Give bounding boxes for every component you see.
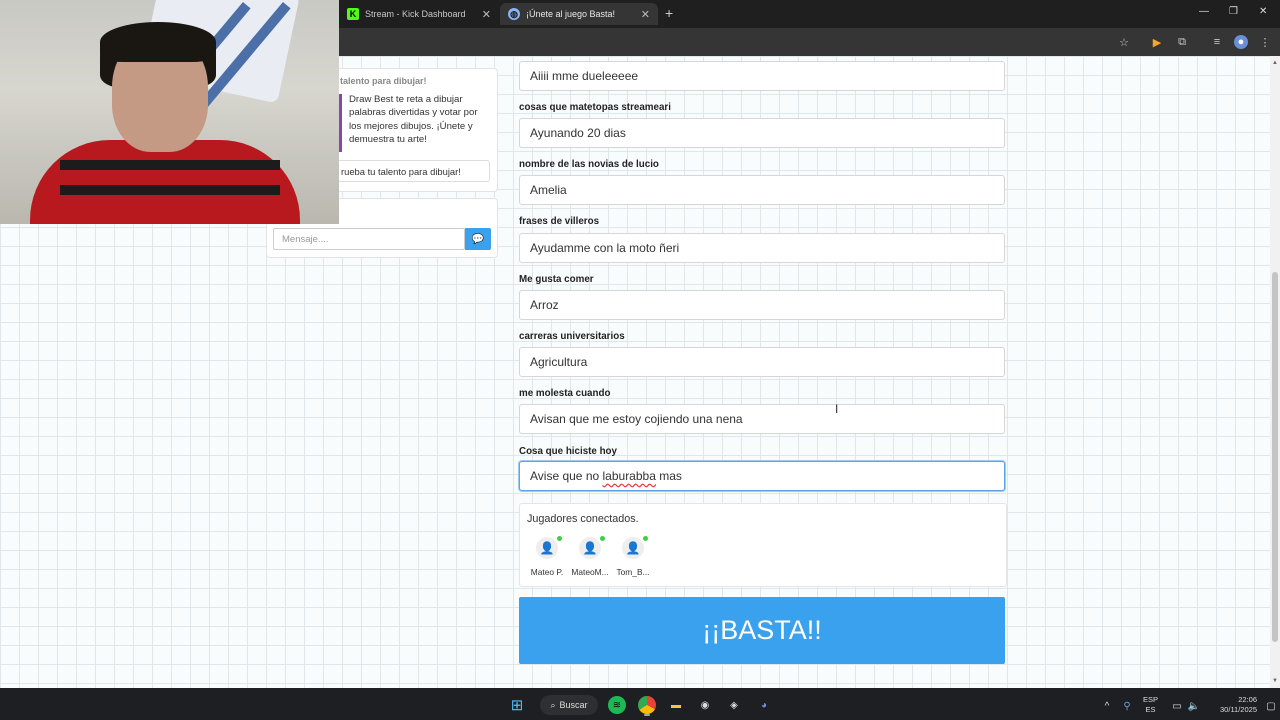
extension-play-icon[interactable]: ▶ — [1150, 35, 1164, 49]
network-icon[interactable]: ▭ — [1168, 697, 1186, 715]
globe-icon: ◍ — [508, 8, 520, 20]
tray-chevron-icon[interactable]: ^ — [1098, 697, 1116, 715]
answer-text: mas — [655, 469, 682, 483]
mic-icon[interactable]: ⚲ — [1118, 697, 1136, 715]
tab-title: ¡Únete al juego Basta! — [526, 9, 616, 19]
answer-field-5[interactable]: Arroz — [519, 290, 1005, 320]
player-name: MateoM... — [571, 567, 609, 577]
taskbar-search[interactable]: ⌕ Buscar — [540, 695, 598, 715]
player-item: 👤 Mateo P. — [525, 536, 569, 577]
menu-kebab-icon[interactable]: ⋮ — [1258, 35, 1272, 49]
draw-best-title: talento para dibujar! — [340, 76, 427, 86]
language-indicator[interactable]: ESP ES — [1143, 695, 1158, 715]
lang-top: ESP — [1143, 695, 1159, 704]
field-label: nombre de las novias de lucio — [519, 159, 659, 170]
answer-field-6[interactable]: Agricultura — [519, 347, 1005, 377]
user-icon: 👤 — [579, 536, 605, 559]
close-tab-icon[interactable]: ✕ — [482, 8, 491, 21]
tab-title: Stream - Kick Dashboard — [365, 9, 466, 19]
field-label: Me gusta comer — [519, 274, 594, 285]
clock[interactable]: 22:06 30/11/2025 — [1205, 695, 1257, 715]
online-dot — [643, 536, 648, 541]
app-icon[interactable]: ◈ — [725, 696, 743, 714]
accent-bar — [339, 94, 342, 152]
field-label: frases de villeros — [519, 216, 600, 227]
new-tab-icon[interactable]: + — [665, 5, 673, 21]
answer-text: Avise que no — [530, 469, 603, 483]
field-label: carreras universitarios — [519, 331, 625, 342]
player-name: Mateo P. — [530, 567, 564, 577]
player-name: Tom_B... — [616, 567, 650, 577]
notifications-icon[interactable]: ▢ — [1262, 697, 1280, 715]
scroll-down-icon[interactable]: ▼ — [1272, 678, 1278, 684]
kick-icon: K — [347, 8, 359, 20]
active-app-indicator — [644, 714, 650, 716]
misspelled-word: laburabba — [602, 469, 656, 483]
chat-message-input[interactable]: Mensaje.... — [273, 228, 465, 250]
spotify-icon[interactable]: ≋ — [608, 696, 626, 714]
search-label: Buscar — [559, 700, 588, 710]
tab-basta-game[interactable]: ◍ ¡Únete al juego Basta! ✕ — [500, 3, 658, 25]
media-control-icon[interactable]: ≡ — [1210, 35, 1224, 49]
webcam-overlay — [0, 0, 339, 224]
close-window-icon[interactable]: ✕ — [1259, 6, 1267, 17]
tab-kick-dashboard[interactable]: K Stream - Kick Dashboard ✕ — [339, 3, 499, 25]
user-add-icon: 👤 — [536, 536, 562, 559]
profile-avatar-icon[interactable]: ● — [1234, 35, 1248, 49]
text-cursor-icon: I — [835, 402, 839, 416]
connected-players-title: Jugadores conectados. — [527, 513, 639, 525]
field-label: Cosa que hiciste hoy — [519, 446, 617, 457]
obs-icon[interactable]: ◉ — [696, 696, 714, 714]
answer-field-2[interactable]: Ayunando 20 dias — [519, 118, 1005, 148]
answer-field-3[interactable]: Amelia — [519, 175, 1005, 205]
restore-icon[interactable]: ❐ — [1229, 6, 1238, 17]
minimize-icon[interactable]: — — [1199, 6, 1209, 17]
player-item: 👤 MateoM... — [568, 536, 612, 577]
scroll-up-icon[interactable]: ▲ — [1272, 60, 1278, 66]
clock-date: 30/11/2025 — [1220, 705, 1257, 714]
basta-button[interactable]: ¡¡BASTA!! — [519, 597, 1005, 664]
clock-time: 22:06 — [1238, 695, 1257, 704]
lang-bottom: ES — [1145, 705, 1156, 714]
user-icon: 👤 — [622, 536, 648, 559]
answer-field-8[interactable]: Avise que no laburabba mas — [519, 461, 1005, 491]
player-item: 👤 Tom_B... — [611, 536, 655, 577]
windows-start-icon[interactable]: ⊞ — [508, 696, 526, 714]
chat-bubble-icon: 💬 — [471, 233, 485, 245]
field-label: cosas que matetopas streameari — [519, 102, 671, 113]
try-drawing-button[interactable]: rueba tu talento para dibujar! — [334, 160, 490, 182]
chrome-icon[interactable] — [638, 696, 656, 714]
bookmark-star-icon[interactable]: ☆ — [1117, 35, 1131, 49]
search-icon: ⌕ — [550, 699, 556, 710]
answer-field-1[interactable]: Aiiii mme dueleeeee — [519, 61, 1005, 91]
field-label: me molesta cuando — [519, 388, 611, 399]
close-tab-icon[interactable]: ✕ — [641, 8, 650, 21]
send-message-button[interactable]: 💬 — [465, 228, 491, 250]
draw-best-description: Draw Best te reta a dibujar palabras div… — [349, 94, 478, 146]
online-dot — [600, 536, 605, 541]
discord-icon[interactable]: ◕ — [755, 696, 773, 714]
extensions-puzzle-icon[interactable]: ⧉ — [1175, 35, 1189, 49]
answer-field-7[interactable]: Avisan que me estoy cojiendo una nena — [519, 404, 1005, 434]
scrollbar-thumb[interactable] — [1272, 272, 1278, 642]
volume-icon[interactable]: 🔈 — [1185, 697, 1203, 715]
online-dot — [557, 536, 562, 541]
file-explorer-icon[interactable]: ▬ — [667, 696, 685, 714]
answer-field-4[interactable]: Ayudamme con la moto ñeri — [519, 233, 1005, 263]
